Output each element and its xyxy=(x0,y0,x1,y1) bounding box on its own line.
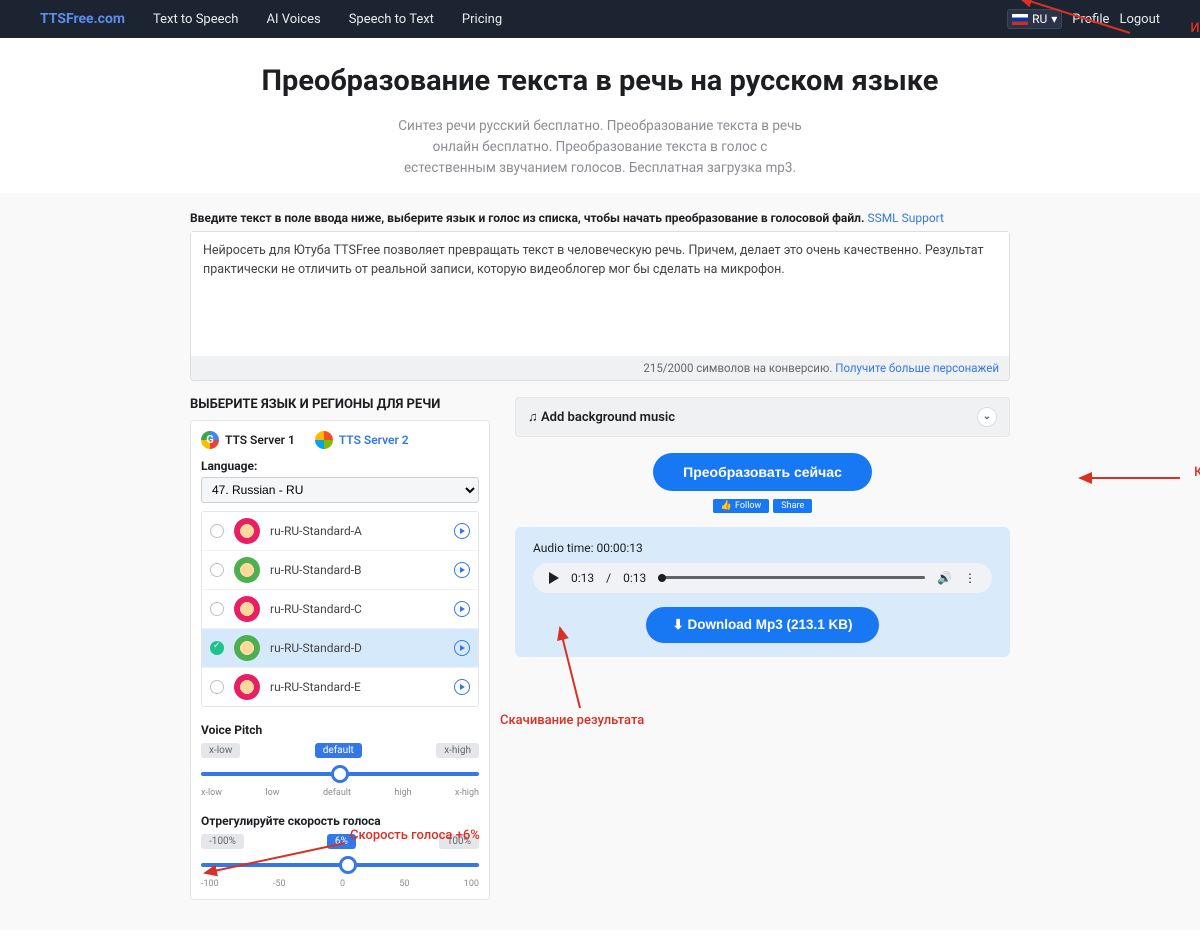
pitch-high-badge: x-high xyxy=(436,743,479,758)
radio-icon xyxy=(210,602,224,616)
language-dropdown[interactable]: 47. Russian - RU xyxy=(201,477,479,503)
radio-icon xyxy=(210,524,224,538)
voice-row[interactable]: ru-RU-Standard-A xyxy=(202,512,478,551)
fb-share-button[interactable]: Share xyxy=(773,499,812,513)
annot-convert: Конвертация текста в речь xyxy=(1194,465,1200,480)
convert-button[interactable]: Преобразовать сейчас xyxy=(653,453,872,491)
preview-play-icon[interactable] xyxy=(454,679,470,695)
google-icon: G xyxy=(201,431,219,449)
pitch-slider[interactable] xyxy=(201,762,479,786)
voice-name: ru-RU-Standard-E xyxy=(270,680,444,694)
arrow-convert xyxy=(1075,468,1185,492)
voice-row[interactable]: ru-RU-Standard-C xyxy=(202,590,478,629)
audio-player[interactable]: 0:13 / 0:13 🔊 ⋮ xyxy=(533,563,992,593)
nav-pricing[interactable]: Pricing xyxy=(462,12,502,27)
voice-row[interactable]: ru-RU-Standard-D xyxy=(202,629,478,668)
ssml-support-link[interactable]: SSML Support xyxy=(867,211,944,225)
voice-avatar xyxy=(234,596,260,622)
voice-section-title: ВЫБЕРИТЕ ЯЗЫК И РЕГИОНЫ ДЛЯ РЕЧИ xyxy=(190,397,490,412)
annot-lang-change: Изменить язык страницы xyxy=(1190,21,1200,36)
audio-current-time: 0:13 xyxy=(571,571,594,585)
voice-name: ru-RU-Standard-A xyxy=(270,524,444,538)
more-chars-link[interactable]: Получите больше персонажей xyxy=(835,361,999,375)
download-button[interactable]: ⬇ Download Mp3 (213.1 KB) xyxy=(646,607,878,643)
radio-icon xyxy=(210,680,224,694)
voice-row[interactable]: ru-RU-Standard-B xyxy=(202,551,478,590)
bg-music-toggle[interactable]: ♫ Add background music ⌄ xyxy=(515,397,1010,437)
arrow-speed xyxy=(200,838,350,882)
language-label: Language: xyxy=(201,459,479,473)
pitch-value-badge: default xyxy=(315,743,362,758)
voice-name: ru-RU-Standard-B xyxy=(270,563,444,577)
thumb-up-icon: 👍 xyxy=(721,501,732,511)
pitch-low-badge: x-low xyxy=(201,743,240,758)
radio-icon xyxy=(210,563,224,577)
text-input[interactable] xyxy=(191,232,1009,352)
arrow-download xyxy=(550,623,600,717)
radio-icon xyxy=(210,641,224,655)
voice-list[interactable]: ru-RU-Standard-A ru-RU-Standard-B ru-RU-… xyxy=(201,511,479,707)
microsoft-icon xyxy=(315,431,333,449)
instruction-text: Введите текст в поле ввода ниже, выберит… xyxy=(190,211,1010,225)
audio-duration: 0:13 xyxy=(623,571,646,585)
preview-play-icon[interactable] xyxy=(454,562,470,578)
fb-follow-button[interactable]: 👍Follow xyxy=(713,499,770,513)
voice-name: ru-RU-Standard-D xyxy=(270,641,444,655)
pitch-control: Voice Pitch x-low default x-high x-lowlo… xyxy=(201,723,479,798)
more-icon[interactable]: ⋮ xyxy=(964,571,976,585)
download-icon: ⬇ xyxy=(672,617,683,632)
logo[interactable]: TTSFree.com xyxy=(40,11,125,27)
pitch-label: Voice Pitch xyxy=(201,723,479,737)
speed-label: Отрегулируйте скорость голоса xyxy=(201,814,479,828)
voice-avatar xyxy=(234,674,260,700)
preview-play-icon[interactable] xyxy=(454,523,470,539)
voice-row[interactable]: ru-RU-Standard-E xyxy=(202,668,478,706)
preview-play-icon[interactable] xyxy=(454,640,470,656)
tab-server-2[interactable]: TTS Server 2 xyxy=(315,431,409,449)
voice-avatar xyxy=(234,518,260,544)
tab-server-1[interactable]: G TTS Server 1 xyxy=(201,431,295,449)
chevron-down-icon: ⌄ xyxy=(977,407,997,427)
annot-speed: Скорость голоса +6% xyxy=(350,828,480,843)
audio-progress[interactable] xyxy=(658,576,925,579)
page-description: Синтез речи русский бесплатно. Преобразо… xyxy=(395,116,805,179)
page-title: Преобразование текста в речь на русском … xyxy=(20,64,1180,98)
hero: Преобразование текста в речь на русском … xyxy=(0,38,1200,193)
preview-play-icon[interactable] xyxy=(454,601,470,617)
main-area: Введите текст в поле ввода ниже, выберит… xyxy=(0,193,1200,930)
voice-avatar xyxy=(234,635,260,661)
volume-icon[interactable]: 🔊 xyxy=(937,571,952,585)
text-input-container: 215/2000 символов на конверсию. Получите… xyxy=(190,231,1010,381)
audio-time-label: Audio time: 00:00:13 xyxy=(533,541,992,555)
nav-tts[interactable]: Text to Speech xyxy=(153,12,238,27)
char-count: 215/2000 символов на конверсию. xyxy=(643,361,832,375)
arrow-lang xyxy=(1010,0,1140,47)
play-icon[interactable] xyxy=(549,572,559,584)
pitch-thumb[interactable] xyxy=(331,765,349,783)
nav-stt[interactable]: Speech to Text xyxy=(349,12,434,27)
nav-ai-voices[interactable]: AI Voices xyxy=(266,12,320,27)
char-counter-bar: 215/2000 символов на конверсию. Получите… xyxy=(191,356,1009,380)
music-note-icon: ♫ xyxy=(528,410,538,425)
voice-avatar xyxy=(234,557,260,583)
voice-name: ru-RU-Standard-C xyxy=(270,602,444,616)
